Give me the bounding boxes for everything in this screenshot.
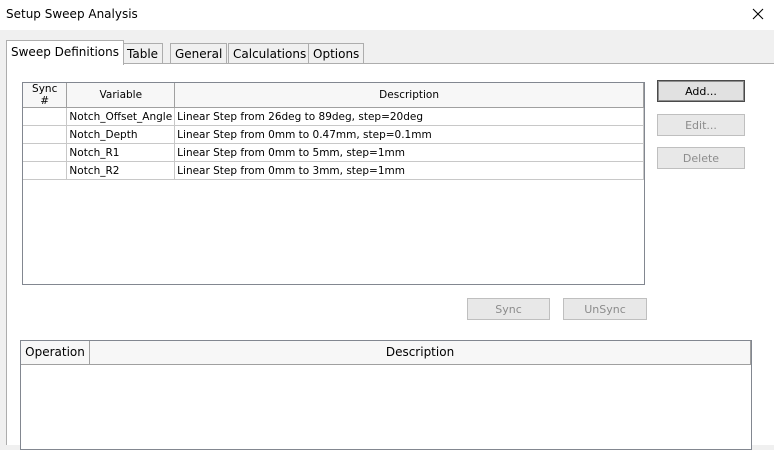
table-row[interactable]: Notch_Depth Linear Step from 0mm to 0.47… bbox=[23, 125, 644, 144]
tab-general[interactable]: General bbox=[170, 43, 228, 64]
operations-header-row: Operation Description bbox=[21, 341, 751, 366]
tab-options[interactable]: Options bbox=[308, 43, 365, 64]
column-header-operation[interactable]: Operation bbox=[21, 341, 90, 365]
column-header-description[interactable]: Description bbox=[174, 83, 644, 108]
description-cell: Linear Step from 26deg to 89deg, step=20… bbox=[174, 107, 644, 126]
sync-cell bbox=[23, 161, 68, 180]
sync-button[interactable]: Sync bbox=[467, 298, 550, 320]
variable-cell: Notch_R2 bbox=[66, 161, 176, 180]
column-header-sync[interactable]: Sync # bbox=[23, 83, 68, 108]
add-button[interactable]: Add... bbox=[657, 80, 745, 102]
sync-cell bbox=[23, 125, 68, 144]
edit-button[interactable]: Edit... bbox=[657, 114, 745, 136]
variable-cell: Notch_R1 bbox=[66, 143, 176, 162]
close-icon[interactable] bbox=[750, 6, 766, 22]
sync-cell bbox=[23, 107, 68, 126]
operations-table[interactable]: Operation Description bbox=[20, 340, 752, 450]
sweep-definitions-table[interactable]: Sync # Variable Description Notch_Offset… bbox=[22, 82, 645, 285]
tab-calculations[interactable]: Calculations bbox=[228, 43, 312, 64]
tab-sweep-definitions[interactable]: Sweep Definitions bbox=[6, 40, 124, 65]
unsync-button[interactable]: UnSync bbox=[563, 298, 647, 320]
variable-cell: Notch_Depth bbox=[66, 125, 176, 144]
column-header-variable[interactable]: Variable bbox=[66, 83, 176, 108]
sync-cell bbox=[23, 143, 68, 162]
variable-cell: Notch_Offset_Angle bbox=[66, 107, 176, 126]
table-row[interactable]: Notch_R1 Linear Step from 0mm to 5mm, st… bbox=[23, 143, 644, 162]
description-cell: Linear Step from 0mm to 3mm, step=1mm bbox=[174, 161, 644, 180]
title-bar: Setup Sweep Analysis bbox=[0, 0, 774, 30]
tab-table[interactable]: Table bbox=[122, 43, 164, 64]
table-header-row: Sync # Variable Description bbox=[23, 83, 644, 108]
window-title: Setup Sweep Analysis bbox=[6, 7, 138, 21]
table-row[interactable]: Notch_R2 Linear Step from 0mm to 3mm, st… bbox=[23, 161, 644, 180]
delete-button[interactable]: Delete bbox=[657, 147, 745, 169]
column-header-operation-description[interactable]: Description bbox=[90, 341, 751, 365]
description-cell: Linear Step from 0mm to 0.47mm, step=0.1… bbox=[174, 125, 644, 144]
description-cell: Linear Step from 0mm to 5mm, step=1mm bbox=[174, 143, 644, 162]
table-row[interactable]: Notch_Offset_Angle Linear Step from 26de… bbox=[23, 107, 644, 126]
